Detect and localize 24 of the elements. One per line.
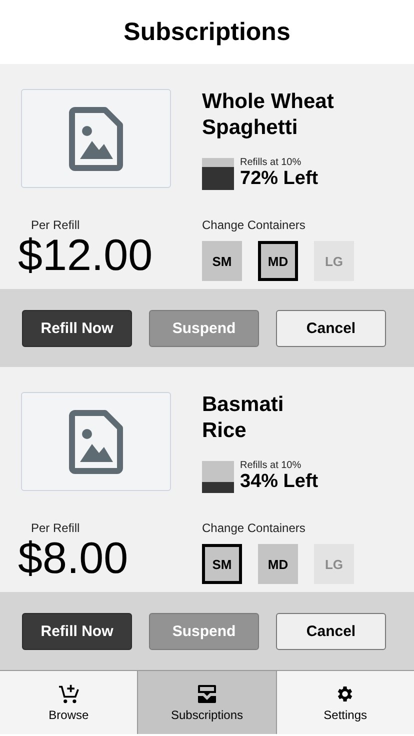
nav-tab[interactable]: Settings bbox=[276, 671, 414, 734]
size-option[interactable]: SM bbox=[202, 241, 242, 281]
size-option[interactable]: MD bbox=[258, 241, 298, 281]
size-option[interactable]: SM bbox=[202, 544, 242, 584]
refill-note: Refills at 10% bbox=[240, 157, 302, 168]
price: $8.00 bbox=[18, 535, 130, 583]
price-label: Per Refill bbox=[31, 521, 81, 535]
remaining-amount: 72% Left bbox=[240, 168, 318, 190]
nav-tab[interactable]: Subscriptions bbox=[138, 671, 277, 734]
action-button[interactable]: Refill Now bbox=[22, 310, 132, 346]
product-name: Whole Wheat Spaghetti bbox=[202, 89, 335, 141]
nav-tab[interactable]: Browse bbox=[0, 671, 138, 734]
containers-label: Change Containers bbox=[202, 218, 306, 232]
size-option[interactable]: MD bbox=[258, 544, 298, 584]
remaining-amount: 34% Left bbox=[240, 471, 318, 493]
price-label: Per Refill bbox=[31, 218, 81, 232]
containers-label: Change Containers bbox=[202, 521, 306, 535]
refill-note: Refills at 10% bbox=[240, 460, 302, 471]
action-button[interactable]: Refill Now bbox=[22, 612, 132, 650]
product-name: Basmati Rice bbox=[202, 392, 285, 444]
price: $12.00 bbox=[18, 232, 154, 280]
action-button[interactable]: Cancel bbox=[276, 310, 386, 346]
page-title: Subscriptions bbox=[122, 16, 292, 48]
action-button[interactable]: Cancel bbox=[276, 612, 386, 650]
